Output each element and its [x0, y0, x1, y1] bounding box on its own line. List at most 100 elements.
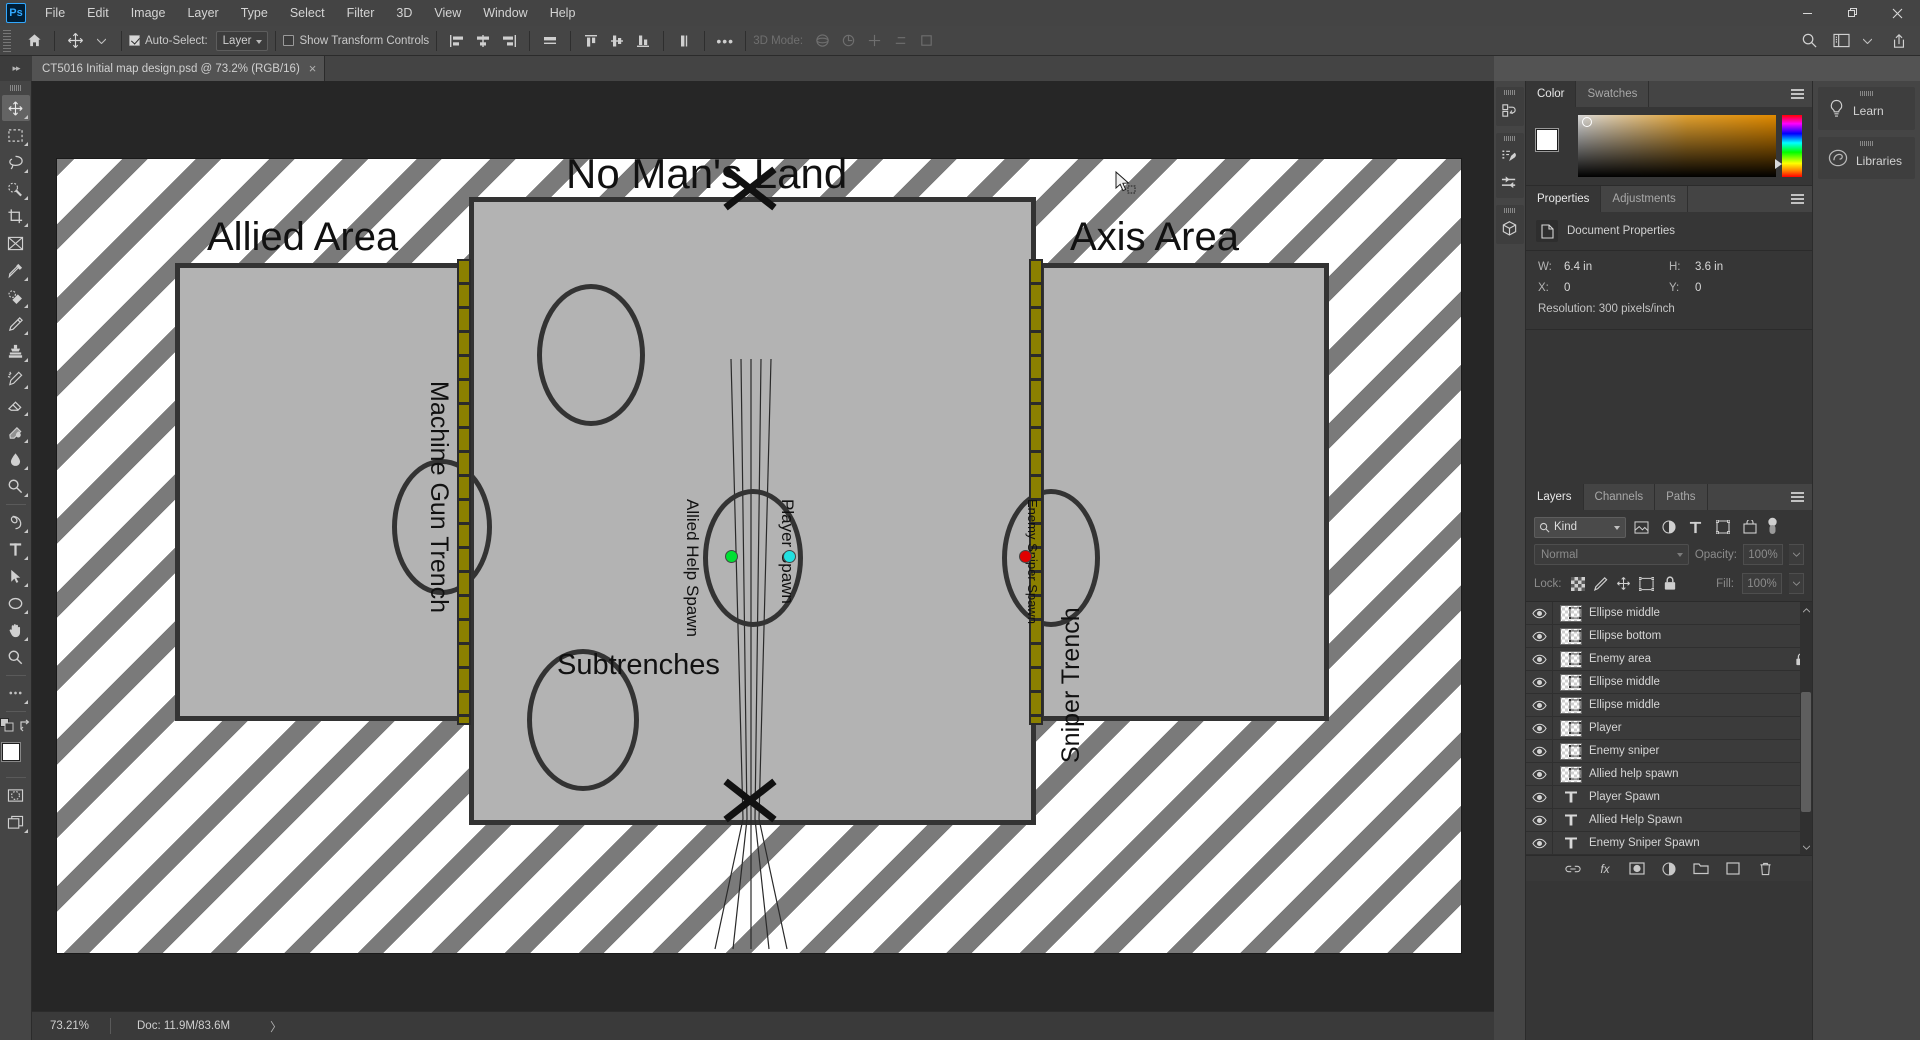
document-tab[interactable]: CT5016 Initial map design.psd @ 73.2% (R… — [32, 56, 326, 81]
crop-tool[interactable] — [2, 203, 30, 229]
adjustments-sliders-icon[interactable] — [1497, 169, 1523, 195]
history-icon[interactable] — [1497, 97, 1523, 123]
color-panel-swatches[interactable] — [1536, 129, 1570, 163]
lock-image-pixels-icon[interactable] — [1593, 576, 1609, 592]
align-right-edges-icon[interactable] — [496, 29, 522, 53]
close-button[interactable] — [1875, 0, 1920, 26]
layers-scroll-thumb[interactable] — [1801, 692, 1811, 812]
fill-value[interactable]: 100% — [1742, 573, 1782, 594]
lasso-tool[interactable] — [2, 149, 30, 175]
tab-channels[interactable]: Channels — [1584, 484, 1656, 510]
history-brush-tool[interactable] — [2, 365, 30, 391]
layer-visibility-eye-icon[interactable] — [1526, 723, 1552, 734]
foreground-color-swatch[interactable] — [1, 743, 20, 761]
auto-select-scope-dropdown[interactable]: Layer — [215, 30, 269, 51]
layer-row[interactable]: Ellipse middle — [1526, 601, 1812, 625]
minimize-button[interactable] — [1785, 0, 1830, 26]
layer-mask-icon[interactable] — [1628, 860, 1646, 878]
lock-artboard-nesting-icon[interactable] — [1639, 576, 1655, 592]
quick-selection-tool[interactable] — [2, 176, 30, 202]
home-icon[interactable] — [21, 29, 47, 53]
layer-row[interactable]: Allied Help Spawn — [1526, 808, 1812, 832]
menu-type[interactable]: Type — [230, 0, 279, 26]
tab-swatches[interactable]: Swatches — [1576, 81, 1650, 107]
menu-window[interactable]: Window — [472, 0, 538, 26]
rail-grip[interactable] — [1503, 136, 1516, 141]
allied-help-spawn-point[interactable] — [725, 550, 738, 563]
align-horizontal-centers-icon[interactable] — [470, 29, 496, 53]
distribute-horizontally-icon[interactable] — [537, 29, 563, 53]
layer-row[interactable]: Enemy Sniper Spawn — [1526, 831, 1812, 855]
layer-visibility-eye-icon[interactable] — [1526, 654, 1552, 665]
layers-panel-menu-icon[interactable] — [1791, 492, 1804, 502]
menu-view[interactable]: View — [423, 0, 472, 26]
blur-tool[interactable] — [2, 446, 30, 472]
delete-layer-icon[interactable] — [1756, 860, 1774, 878]
spot-healing-brush-tool[interactable] — [2, 284, 30, 310]
layer-visibility-eye-icon[interactable] — [1526, 746, 1552, 757]
ellipse-top-left[interactable] — [537, 284, 645, 426]
lock-transparent-pixels-icon[interactable] — [1570, 576, 1586, 592]
pen-tool[interactable] — [2, 509, 30, 535]
share-icon[interactable] — [1886, 29, 1912, 53]
scroll-down-chevron-icon[interactable] — [1801, 841, 1811, 853]
distribute-vertically-icon[interactable] — [671, 29, 697, 53]
tab-properties[interactable]: Properties — [1526, 186, 1602, 212]
3d-cube-icon[interactable] — [1497, 215, 1523, 241]
mini-dock-grip[interactable] — [1859, 141, 1874, 146]
rail-grip[interactable] — [1503, 90, 1516, 95]
adjustment-layer-icon[interactable] — [1660, 860, 1678, 878]
filter-pixel-icon[interactable] — [1630, 516, 1653, 538]
layer-row[interactable]: Allied help spawn — [1526, 762, 1812, 786]
layer-visibility-eye-icon[interactable] — [1526, 838, 1552, 849]
align-left-edges-icon[interactable] — [444, 29, 470, 53]
close-icon[interactable]: × — [309, 62, 317, 75]
menu-edit[interactable]: Edit — [76, 0, 120, 26]
filter-adjustment-icon[interactable] — [1657, 516, 1680, 538]
tab-layers[interactable]: Layers — [1526, 484, 1584, 510]
maximize-button[interactable] — [1830, 0, 1875, 26]
layer-visibility-eye-icon[interactable] — [1526, 677, 1552, 688]
layer-visibility-eye-icon[interactable] — [1526, 631, 1552, 642]
menu-filter[interactable]: Filter — [336, 0, 386, 26]
lock-position-icon[interactable] — [1616, 576, 1632, 592]
eyedropper-tool[interactable] — [2, 257, 30, 283]
layer-row[interactable]: Ellipse bottom — [1526, 624, 1812, 648]
menu-select[interactable]: Select — [279, 0, 336, 26]
align-vertical-centers-icon[interactable] — [604, 29, 630, 53]
layer-style-icon[interactable]: fx — [1596, 860, 1614, 878]
learn-panel-button[interactable]: Learn — [1818, 87, 1915, 130]
layer-row[interactable]: Player Spawn — [1526, 785, 1812, 809]
status-expand-arrow-icon[interactable]: 〉 — [270, 1018, 282, 1035]
machine-gun-trench[interactable] — [457, 259, 471, 725]
layer-filter-kind-dropdown[interactable]: Kind — [1534, 516, 1626, 538]
dodge-tool[interactable] — [2, 473, 30, 499]
foreground-color-swatch[interactable] — [1536, 129, 1558, 151]
document-canvas[interactable]: Allied Area Axis Area No Man's Land Subt… — [57, 150, 1461, 953]
screen-mode-icon[interactable] — [2, 809, 30, 835]
rectangular-marquee-tool[interactable] — [2, 122, 30, 148]
tools-panel-grip[interactable] — [9, 85, 22, 91]
new-layer-icon[interactable] — [1724, 860, 1742, 878]
filter-shape-icon[interactable] — [1711, 516, 1734, 538]
layer-row[interactable]: Ellipse middle — [1526, 693, 1812, 717]
options-bar-grip[interactable] — [3, 29, 11, 52]
canvas-area[interactable]: Allied Area Axis Area No Man's Land Subt… — [32, 81, 1494, 1011]
tab-paths[interactable]: Paths — [1655, 484, 1708, 510]
scroll-up-chevron-icon[interactable] — [1801, 604, 1811, 616]
color-spectrum-field[interactable] — [1578, 115, 1776, 177]
tab-adjustments[interactable]: Adjustments — [1601, 186, 1688, 212]
eraser-tool[interactable] — [2, 392, 30, 418]
default-colors-icon[interactable] — [0, 718, 14, 737]
properties-panel-menu-icon[interactable] — [1791, 194, 1804, 204]
quick-mask-icon[interactable] — [2, 782, 30, 808]
collapse-panel-arrows[interactable]: ▸▸ — [0, 56, 32, 81]
type-tool[interactable] — [2, 536, 30, 562]
lock-all-icon[interactable] — [1662, 576, 1678, 592]
layer-list[interactable]: Ellipse middle Ellipse bottom Enemy area El… — [1526, 601, 1812, 855]
tab-color[interactable]: Color — [1526, 81, 1577, 107]
enemy-sniper-spawn-point[interactable] — [1019, 550, 1032, 563]
layer-visibility-eye-icon[interactable] — [1526, 769, 1552, 780]
filter-toggle-switch[interactable] — [1765, 516, 1780, 538]
opacity-stepper-chevron-down-icon[interactable] — [1789, 544, 1804, 565]
